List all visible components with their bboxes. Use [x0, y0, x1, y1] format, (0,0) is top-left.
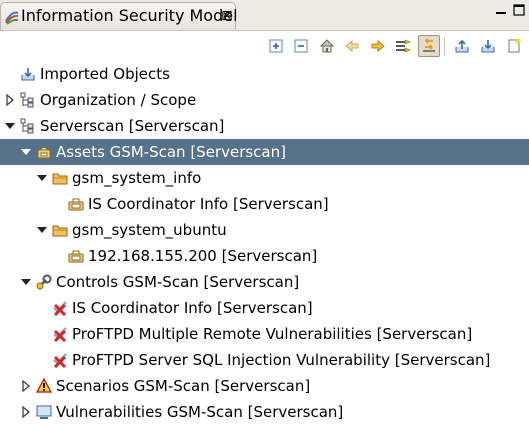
tree-node-label: ProFTPD Multiple Remote Vulnerabilities …: [72, 325, 473, 343]
tree-node-assets[interactable]: Assets GSM-Scan [Serverscan]: [0, 139, 529, 165]
link-with-editor-button[interactable]: [418, 35, 440, 57]
back-arrow-icon: [345, 39, 359, 53]
collapse-arrow-icon[interactable]: [20, 146, 32, 158]
view-title: Information Security Model: [21, 6, 238, 25]
expand-all-icon: [269, 39, 283, 53]
view-title-bar: Information Security Model ⊠: [0, 0, 529, 30]
expand-arrow-icon[interactable]: [20, 406, 32, 418]
collapse-arrow-icon[interactable]: [36, 172, 48, 184]
back-button[interactable]: [341, 35, 363, 57]
tree-node-gsm-system-info[interactable]: gsm_system_info: [0, 165, 529, 191]
view-toolbar: [0, 30, 529, 61]
tree-node-scenarios[interactable]: Scenarios GSM-Scan [Serverscan]: [0, 373, 529, 399]
export-button[interactable]: [451, 35, 473, 57]
expand-all-button[interactable]: [265, 35, 287, 57]
filter-button[interactable]: [392, 35, 414, 57]
toolbar-separator: [444, 37, 445, 55]
tree-node-label: Serverscan [Serverscan]: [40, 117, 225, 135]
organization-icon: [20, 118, 34, 134]
warning-icon: [36, 378, 52, 393]
tree-node-label: 192.168.155.200 [Serverscan]: [88, 247, 318, 265]
close-view-button[interactable]: ⊠: [221, 6, 233, 26]
tree-node-gsm-system-ubuntu[interactable]: gsm_system_ubuntu: [0, 217, 529, 243]
tree-node-label: Controls GSM-Scan [Serverscan]: [56, 273, 300, 291]
tree-node-controls[interactable]: Controls GSM-Scan [Serverscan]: [0, 269, 529, 295]
home-icon: [319, 39, 335, 53]
tree-node-organization[interactable]: Organization / Scope: [0, 87, 529, 113]
import-button[interactable]: [477, 35, 499, 57]
filter-icon: [396, 39, 411, 53]
expand-arrow-icon[interactable]: [4, 94, 16, 106]
view-tab[interactable]: Information Security Model ⊠: [0, 2, 238, 30]
link-with-editor-icon: [423, 38, 435, 52]
asset-icon: [68, 198, 84, 211]
control-error-icon: [53, 327, 67, 342]
tree-node-label: IS Coordinator Info [Serverscan]: [88, 195, 329, 213]
tree-node-control-proftpd-sql[interactable]: ProFTPD Server SQL Injection Vulnerabili…: [0, 347, 529, 373]
forward-arrow-icon: [371, 39, 385, 53]
new-document-button[interactable]: [503, 35, 525, 57]
controls-group-icon: [36, 274, 52, 290]
tree-node-label: IS Coordinator Info [Serverscan]: [72, 299, 313, 317]
information-security-model-icon: [5, 11, 19, 25]
tree-node-label: Vulnerabilities GSM-Scan [Serverscan]: [56, 403, 344, 421]
vulnerability-icon: [36, 405, 52, 419]
maximize-icon[interactable]: [513, 4, 525, 16]
expand-arrow-icon[interactable]: [20, 380, 32, 392]
asset-folder-icon: [52, 225, 68, 237]
tree-node-label: gsm_system_ubuntu: [72, 221, 227, 239]
tree-node-label: Imported Objects: [40, 65, 170, 83]
minimize-icon[interactable]: [495, 4, 507, 16]
import-icon: [21, 68, 35, 81]
tree-node-ip-asset[interactable]: 192.168.155.200 [Serverscan]: [0, 243, 529, 269]
tree-node-label: ProFTPD Server SQL Injection Vulnerabili…: [72, 351, 491, 369]
tree-node-vulnerabilities[interactable]: Vulnerabilities GSM-Scan [Serverscan]: [0, 399, 529, 425]
import-icon: [481, 40, 495, 53]
asset-folder-icon: [52, 173, 68, 185]
asset-icon: [68, 250, 84, 263]
control-error-icon: [53, 301, 67, 316]
tree-node-label: Organization / Scope: [40, 91, 197, 109]
tree-node-is-coordinator-asset[interactable]: IS Coordinator Info [Serverscan]: [0, 191, 529, 217]
export-icon: [455, 39, 469, 53]
forward-button[interactable]: [367, 35, 389, 57]
tree-node-serverscan[interactable]: Serverscan [Serverscan]: [0, 113, 529, 139]
new-document-icon: [508, 38, 521, 53]
model-tree: Imported Objects Organization / Scope Se…: [0, 60, 529, 421]
tree-node-label: gsm_system_info: [72, 169, 202, 187]
assets-group-icon: [37, 147, 51, 159]
collapse-all-button[interactable]: [290, 35, 312, 57]
tree-node-control-proftpd-remote[interactable]: ProFTPD Multiple Remote Vulnerabilities …: [0, 321, 529, 347]
collapse-arrow-icon[interactable]: [36, 224, 48, 236]
tree-node-label: Assets GSM-Scan [Serverscan]: [56, 143, 286, 161]
home-button[interactable]: [316, 35, 338, 57]
organization-icon: [20, 92, 34, 108]
collapse-arrow-icon[interactable]: [20, 276, 32, 288]
collapse-all-icon: [294, 39, 308, 53]
control-error-icon: [53, 353, 67, 368]
tree-node-label: Scenarios GSM-Scan [Serverscan]: [56, 377, 311, 395]
tree-node-control-is-coordinator[interactable]: IS Coordinator Info [Serverscan]: [0, 295, 529, 321]
tree-node-imported-objects[interactable]: Imported Objects: [0, 61, 529, 87]
collapse-arrow-icon[interactable]: [4, 120, 16, 132]
